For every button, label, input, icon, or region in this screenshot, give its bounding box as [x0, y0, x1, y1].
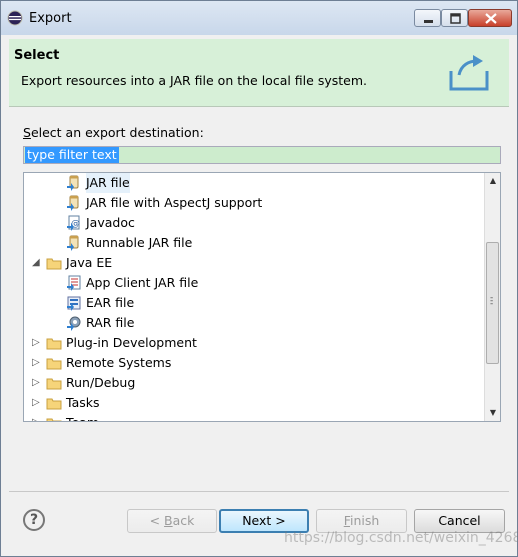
tree-item[interactable]: EAR file: [24, 293, 484, 313]
rar-icon: [67, 316, 81, 331]
collapse-arrow-icon[interactable]: ◢: [32, 253, 42, 273]
export-wizard-icon: [449, 55, 489, 91]
folder-icon: [46, 338, 62, 350]
jar-icon: [67, 195, 79, 211]
watermark: https://blog.csdn.net/weixin_42681190: [284, 530, 518, 546]
scroll-grip-icon: ‐ ‐ ‐: [490, 293, 494, 309]
tree-item-label: Tasks: [66, 395, 100, 410]
tree-item[interactable]: ◢ Java EE: [24, 253, 484, 273]
tree-item-label: JAR file with AspectJ support: [86, 195, 263, 210]
page-description: Export resources into a JAR file on the …: [21, 73, 367, 88]
tree-item-label: App Client JAR file: [86, 275, 199, 290]
maximize-icon: [450, 13, 461, 24]
expand-arrow-icon[interactable]: ▷: [32, 373, 42, 393]
page-title: Select: [14, 48, 60, 63]
back-button-prefix: <: [149, 513, 165, 528]
destination-label: Select an export destination:: [23, 125, 204, 140]
tree-item-label: Java EE: [66, 255, 113, 270]
tree-item-label: JAR file: [86, 173, 130, 193]
export-dialog: Export Select Export resources into a JA…: [0, 0, 518, 557]
destination-label-mnemonic: S: [23, 125, 31, 140]
tree-item[interactable]: Runnable JAR file: [24, 233, 484, 253]
folder-icon: [46, 358, 62, 370]
folder-icon: [46, 378, 62, 390]
back-button[interactable]: < Back: [127, 509, 217, 533]
tree-scrollbar[interactable]: ▲ ‐ ‐ ‐ ▼: [484, 173, 500, 421]
wizard-banner: Select Export resources into a JAR file …: [9, 39, 509, 107]
jar-icon: [67, 175, 79, 191]
close-icon: [485, 13, 497, 24]
tree-item[interactable]: @ Javadoc: [24, 213, 484, 233]
scroll-thumb[interactable]: ‐ ‐ ‐: [486, 242, 499, 364]
scroll-down-arrow-icon[interactable]: ▼: [485, 405, 500, 421]
back-button-mnemonic: B: [164, 513, 173, 528]
help-icon[interactable]: ?: [23, 509, 45, 531]
filter-input-text: type filter text: [25, 147, 119, 163]
tree-item-label: Run/Debug: [66, 375, 136, 390]
destination-label-text: elect an export destination:: [30, 125, 204, 140]
tree-item-label: EAR file: [86, 295, 135, 310]
tree-item[interactable]: JAR file with AspectJ support: [24, 193, 484, 213]
expand-arrow-icon[interactable]: ▷: [32, 413, 42, 421]
expand-arrow-icon[interactable]: ▷: [32, 333, 42, 353]
tree-item[interactable]: JAR file: [24, 173, 484, 193]
window-title: Export: [29, 11, 72, 26]
javadoc-icon: @: [67, 215, 80, 231]
tree-item[interactable]: RAR file: [24, 313, 484, 333]
expand-arrow-icon[interactable]: ▷: [32, 353, 42, 373]
next-button-label: Next >: [242, 513, 286, 528]
ear-icon: [67, 296, 81, 311]
title-bar: Export: [1, 1, 517, 35]
tree-item-label: Runnable JAR file: [86, 235, 193, 250]
folder-icon: [46, 258, 62, 270]
tree-item-label: Team: [66, 413, 99, 421]
tree-item[interactable]: ▷ Team: [24, 413, 484, 421]
cancel-button-label: Cancel: [438, 513, 481, 528]
tree-item-label: RAR file: [86, 315, 135, 330]
folder-icon: [46, 398, 62, 410]
filter-input[interactable]: type filter text: [23, 146, 501, 164]
maximize-button[interactable]: [441, 9, 468, 27]
jar-icon: [67, 235, 79, 251]
close-button[interactable]: [468, 9, 512, 27]
tree-item[interactable]: App Client JAR file: [24, 273, 484, 293]
tree-item-label: Remote Systems: [66, 355, 172, 370]
destination-tree[interactable]: JAR file JAR file with AspectJ support @ Ja…: [23, 172, 501, 422]
tree-item[interactable]: ▷ Plug-in Development: [24, 333, 484, 353]
eclipse-app-icon: [7, 10, 23, 26]
tree-item[interactable]: ▷ Remote Systems: [24, 353, 484, 373]
tree-item[interactable]: ▷ Tasks: [24, 393, 484, 413]
tree-item-label: Plug-in Development: [66, 335, 197, 350]
folder-icon: [46, 418, 62, 421]
button-bar-separator: [9, 491, 509, 492]
expand-arrow-icon[interactable]: ▷: [32, 393, 42, 413]
tree-item-label: Javadoc: [86, 215, 135, 230]
minimize-icon: [424, 20, 433, 23]
back-button-label: ack: [172, 513, 195, 528]
minimize-button[interactable]: [414, 9, 441, 27]
tree-item[interactable]: ▷ Run/Debug: [24, 373, 484, 393]
app-client-icon: [67, 275, 81, 291]
scroll-up-arrow-icon[interactable]: ▲: [485, 173, 500, 189]
finish-button-label: inish: [349, 513, 380, 528]
